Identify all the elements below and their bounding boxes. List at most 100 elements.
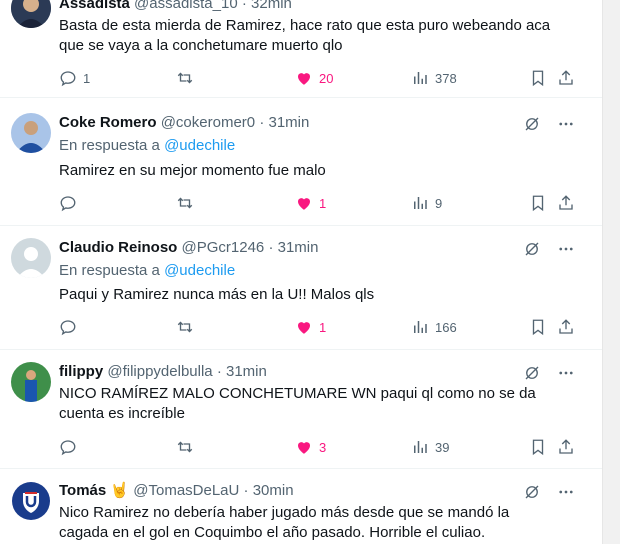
mention-link[interactable]: @udechile xyxy=(164,262,235,279)
grok-icon[interactable] xyxy=(523,364,541,382)
share-icon xyxy=(559,195,573,210)
more-icon[interactable] xyxy=(557,240,575,258)
mention-link[interactable]: @udechile xyxy=(164,137,235,154)
reply-context: En respuesta a @udechile xyxy=(59,137,236,154)
retweet-icon xyxy=(177,321,193,333)
reply-button[interactable]: 1 xyxy=(59,68,90,88)
retweet-button[interactable] xyxy=(176,193,194,213)
user-handle[interactable]: @filippydelbulla xyxy=(107,363,212,380)
retweet-button[interactable] xyxy=(176,317,194,337)
views-button[interactable]: 378 xyxy=(411,68,457,88)
share-icon xyxy=(559,319,573,334)
retweet-icon xyxy=(177,441,193,453)
timestamp[interactable]: 31min xyxy=(268,114,309,131)
like-button[interactable]: 20 xyxy=(295,68,333,88)
heart-icon xyxy=(298,442,310,454)
timestamp[interactable]: 31min xyxy=(226,363,267,380)
bookmark-button[interactable] xyxy=(529,437,547,457)
avatar[interactable] xyxy=(11,481,51,521)
scrollbar[interactable] xyxy=(602,0,620,544)
reply-icon xyxy=(60,196,76,212)
share-button[interactable] xyxy=(557,193,575,213)
timestamp[interactable]: 31min xyxy=(278,239,319,256)
more-icon[interactable] xyxy=(557,115,575,133)
heart-icon xyxy=(298,73,310,85)
bookmark-button[interactable] xyxy=(529,193,547,213)
heart-icon xyxy=(298,198,310,210)
tweet-top-actions xyxy=(523,483,575,501)
share-icon xyxy=(559,70,573,85)
tweet-header: Assadista @assadista_10 · 32min xyxy=(59,0,292,14)
tweet-header: Coke Romero @cokeromer0 · 31min xyxy=(59,114,310,131)
tweet-actions: 1 9 xyxy=(59,193,589,213)
retweet-button[interactable] xyxy=(176,68,194,88)
tweet-top-actions xyxy=(523,115,575,133)
grok-icon[interactable] xyxy=(523,240,541,258)
display-name[interactable]: Assadista xyxy=(59,0,130,12)
views-button[interactable]: 166 xyxy=(411,317,457,337)
tweet[interactable]: Tomás 🤘 @TomasDeLaU · 30min Nico Ramirez… xyxy=(0,469,603,559)
reply-button[interactable] xyxy=(59,317,83,337)
bookmark-icon xyxy=(532,70,544,87)
share-button[interactable] xyxy=(557,437,575,457)
avatar[interactable] xyxy=(11,362,51,402)
like-button[interactable]: 1 xyxy=(295,317,326,337)
user-handle[interactable]: @TomasDeLaU xyxy=(133,482,239,499)
bookmark-icon xyxy=(532,195,544,212)
tweet[interactable]: Assadista @assadista_10 · 32min Basta de… xyxy=(0,0,603,98)
tweet-text: Ramirez en su mejor momento fue malo xyxy=(59,162,326,179)
display-name[interactable]: filippy xyxy=(59,363,103,380)
tweet[interactable]: Claudio Reinoso @PGcr1246 · 31min En res… xyxy=(0,226,603,350)
views-button[interactable]: 39 xyxy=(411,437,449,457)
share-icon xyxy=(559,439,573,454)
user-handle[interactable]: @assadista_10 xyxy=(134,0,238,12)
user-handle[interactable]: @cokeromer0 xyxy=(161,114,255,131)
user-handle[interactable]: @PGcr1246 xyxy=(182,239,265,256)
grok-icon[interactable] xyxy=(523,483,541,501)
like-button[interactable]: 1 xyxy=(295,193,326,213)
tweet-header: Claudio Reinoso @PGcr1246 · 31min xyxy=(59,239,319,256)
tweet[interactable]: Coke Romero @cokeromer0 · 31min En respu… xyxy=(0,99,603,226)
reply-icon xyxy=(60,71,76,87)
bookmark-button[interactable] xyxy=(529,317,547,337)
tweet-header: filippy @filippydelbulla · 31min xyxy=(59,363,267,380)
share-button[interactable] xyxy=(557,317,575,337)
display-name[interactable]: Coke Romero xyxy=(59,114,157,131)
reply-icon xyxy=(60,320,76,336)
reply-context: En respuesta a @udechile xyxy=(59,262,236,279)
views-icon xyxy=(414,72,427,84)
tweet-text: Nico Ramirez no debería haber jugado más… xyxy=(59,504,510,541)
more-icon[interactable] xyxy=(557,364,575,382)
timestamp[interactable]: 32min xyxy=(251,0,292,12)
bookmark-icon xyxy=(532,319,544,336)
retweet-button[interactable] xyxy=(176,437,194,457)
avatar[interactable] xyxy=(11,113,51,153)
avatar[interactable] xyxy=(11,0,51,28)
tweet-actions: 3 39 xyxy=(59,437,589,457)
tweet-top-actions xyxy=(523,240,575,258)
tweet-text: NICO RAMÍREZ MALO CONCHETUMARE WN paqui … xyxy=(59,385,536,422)
tweet-top-actions xyxy=(523,364,575,382)
display-name[interactable]: Claudio Reinoso xyxy=(59,239,177,256)
bookmark-button[interactable] xyxy=(529,68,547,88)
avatar[interactable] xyxy=(11,238,51,278)
grok-icon[interactable] xyxy=(523,115,541,133)
reply-button[interactable] xyxy=(59,437,83,457)
views-icon xyxy=(414,441,427,453)
tweet-text: Paqui y Ramirez nunca más en la U!! Malo… xyxy=(59,286,375,303)
more-icon[interactable] xyxy=(557,483,575,501)
display-name[interactable]: Tomás 🤘 xyxy=(59,482,129,499)
views-button[interactable]: 9 xyxy=(411,193,442,213)
bookmark-icon xyxy=(532,439,544,456)
share-button[interactable] xyxy=(557,68,575,88)
reply-icon xyxy=(60,440,76,456)
like-button[interactable]: 3 xyxy=(295,437,326,457)
tweet-text: Basta de esta mierda de Ramirez, hace ra… xyxy=(59,17,551,54)
tweet-header: Tomás 🤘 @TomasDeLaU · 30min xyxy=(59,482,294,499)
heart-icon xyxy=(298,322,310,334)
timestamp[interactable]: 30min xyxy=(253,482,294,499)
reply-button[interactable] xyxy=(59,193,83,213)
tweet[interactable]: filippy @filippydelbulla · 31min NICO RA… xyxy=(0,350,603,469)
retweet-icon xyxy=(177,72,193,84)
views-icon xyxy=(414,197,427,209)
